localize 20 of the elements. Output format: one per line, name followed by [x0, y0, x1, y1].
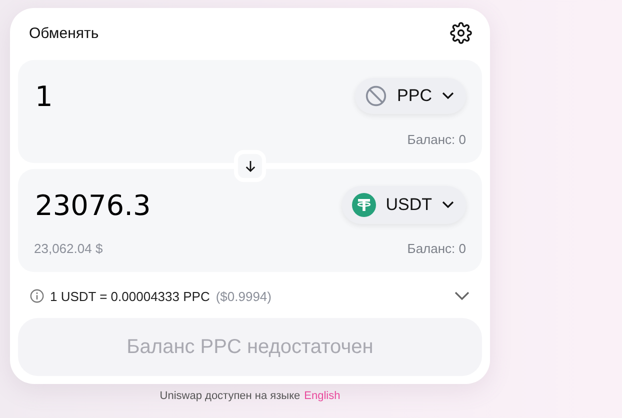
- info-icon: [30, 289, 44, 303]
- balance-label: Баланс: 0: [407, 132, 466, 147]
- balance-label: Баланс: 0: [407, 241, 466, 256]
- token-selector[interactable]: USDT: [342, 186, 466, 224]
- swap-direction-button[interactable]: [234, 150, 266, 182]
- arrow-down-icon: [244, 160, 256, 172]
- amount-field[interactable]: 1: [34, 80, 53, 112]
- settings-icon[interactable]: [450, 22, 472, 44]
- usd-value: 23,062.04 $: [34, 241, 103, 256]
- tether-icon: [352, 193, 376, 217]
- chevron-down-icon: [442, 92, 454, 100]
- amount-field[interactable]: 23076.3: [34, 188, 151, 222]
- token-selector[interactable]: PPC: [355, 78, 466, 114]
- language-notice: Uniswap доступен на языке: [160, 390, 300, 402]
- blocked-icon: [365, 85, 388, 107]
- card-title: Обменять: [29, 24, 99, 42]
- chevron-down-icon[interactable]: [454, 291, 470, 301]
- chevron-down-icon: [442, 201, 454, 209]
- exchange-rate: 1 USDT = 0.00004333 PPC: [50, 288, 210, 304]
- rate-usd-value: ($0.9994): [216, 288, 272, 304]
